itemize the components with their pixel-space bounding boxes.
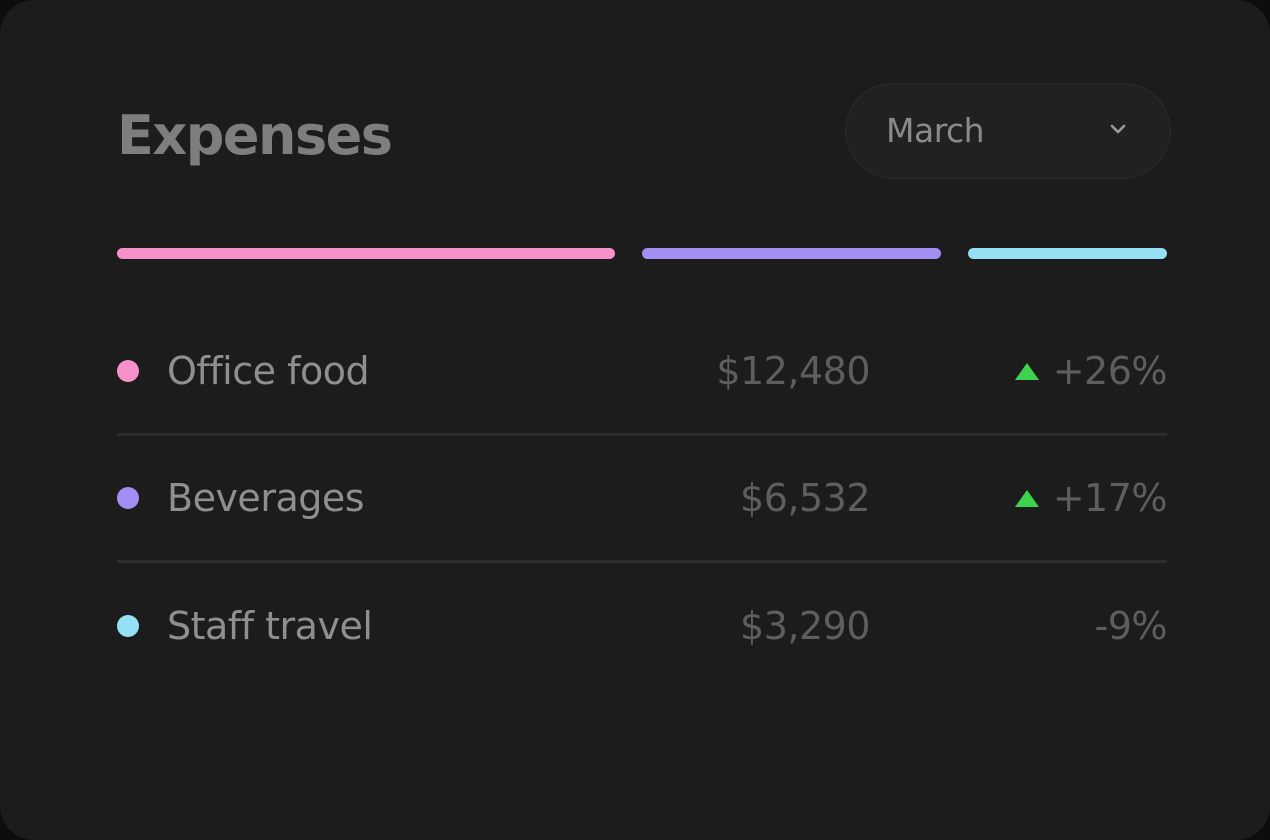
month-dropdown-value: March bbox=[886, 111, 985, 150]
category-color-dot bbox=[117, 615, 139, 637]
expense-change: +17% bbox=[1014, 436, 1168, 560]
category-color-dot bbox=[117, 360, 139, 382]
card-title: Expenses bbox=[117, 104, 393, 167]
expense-name: Beverages bbox=[167, 476, 365, 520]
distribution-segment-office-food bbox=[117, 248, 615, 259]
distribution-segment-staff-travel bbox=[967, 248, 1167, 259]
category-color-dot bbox=[117, 487, 139, 509]
expense-change-value: +17% bbox=[1052, 476, 1168, 520]
row-divider bbox=[117, 560, 1167, 563]
expense-change-value: +26% bbox=[1052, 349, 1168, 393]
trend-up-icon bbox=[1014, 362, 1039, 380]
expense-row-staff-travel[interactable]: Staff travel $3,290 -9% bbox=[117, 564, 1167, 691]
expense-amount: $6,532 bbox=[740, 476, 870, 520]
expense-amount: $3,290 bbox=[740, 604, 870, 648]
expense-distribution-bar bbox=[117, 248, 1167, 259]
expenses-card: Expenses March Office food $12,480 +26% … bbox=[0, 0, 1270, 840]
expense-name: Staff travel bbox=[167, 604, 373, 648]
chevron-down-icon bbox=[1110, 124, 1126, 134]
expense-amount: $12,480 bbox=[716, 349, 870, 393]
distribution-segment-beverages bbox=[642, 248, 941, 259]
expense-change: +26% bbox=[1014, 309, 1168, 433]
expense-name: Office food bbox=[167, 349, 370, 393]
month-dropdown[interactable]: March bbox=[845, 83, 1171, 179]
expense-change: -9% bbox=[1095, 564, 1168, 688]
trend-up-icon bbox=[1014, 489, 1039, 507]
expense-change-value: -9% bbox=[1094, 604, 1168, 648]
expense-row-beverages[interactable]: Beverages $6,532 +17% bbox=[117, 436, 1168, 563]
expense-row-office-food[interactable]: Office food $12,480 +26% bbox=[117, 309, 1168, 436]
